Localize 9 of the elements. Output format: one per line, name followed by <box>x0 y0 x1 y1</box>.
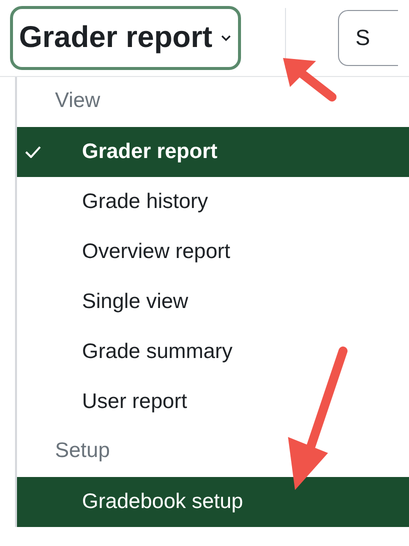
menu-item[interactable]: Grader report <box>17 127 409 177</box>
caret-icon <box>220 34 232 42</box>
side-button[interactable]: S <box>338 10 398 66</box>
menu-item[interactable]: Gradebook setup <box>17 477 409 527</box>
checkmark-icon <box>25 146 41 158</box>
annotation-arrow <box>283 58 336 102</box>
menu-heading: View <box>55 89 100 112</box>
menu-heading: Setup <box>55 439 110 462</box>
report-dropdown[interactable]: Grader report <box>10 6 242 70</box>
